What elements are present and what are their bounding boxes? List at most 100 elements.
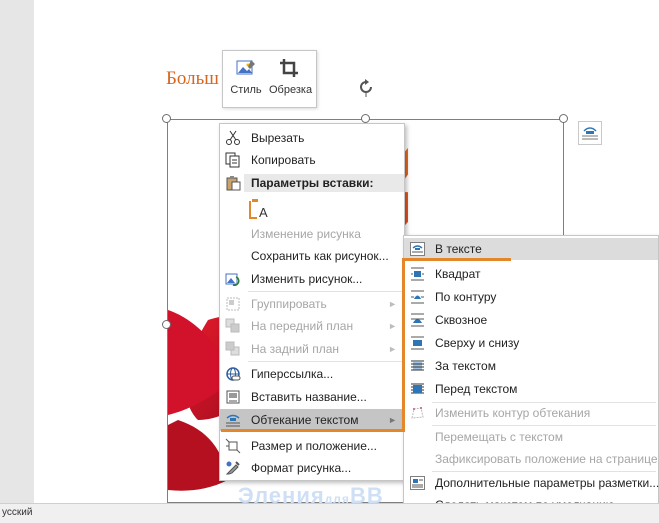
crop-label: Обрезка xyxy=(269,84,313,96)
hyperlink-label: Гиперссылка... xyxy=(251,367,334,381)
square-label: Квадрат xyxy=(435,267,481,281)
wrap-option-behind-text[interactable]: За текстом xyxy=(404,355,658,377)
through-label: Сквозное xyxy=(435,313,488,327)
wrap-option-fix-position: Зафиксировать положение на странице xyxy=(404,448,658,470)
group-label: Группировать xyxy=(251,297,327,311)
picture-style-icon xyxy=(236,60,255,75)
menu-item-insert-caption[interactable]: Вставить название... xyxy=(220,386,404,408)
bring-forward-icon xyxy=(225,318,240,333)
submenu-arrow-icon: ► xyxy=(388,415,397,425)
wrap-option-in-front[interactable]: Перед текстом xyxy=(404,378,658,400)
paste-icon xyxy=(226,176,241,191)
wrap-tight-icon xyxy=(411,290,424,304)
wrap-in-front-icon xyxy=(411,383,424,394)
menu-item-change-picture-text: Изменение рисунка xyxy=(220,223,404,245)
menu-item-format-picture[interactable]: Формат рисунка... xyxy=(220,457,404,479)
copy-icon xyxy=(225,152,240,168)
submenu-arrow-icon: ► xyxy=(388,344,397,354)
layout-options-icon xyxy=(582,127,598,140)
annotation-line-vertical xyxy=(402,258,405,432)
bring-forward-label: На передний план xyxy=(251,319,354,333)
context-menu: Вырезать Копировать Параметры вставки: A… xyxy=(219,123,405,481)
style-button[interactable]: Стиль xyxy=(226,56,266,104)
edit-wrap-points-icon xyxy=(411,407,424,419)
menu-item-copy[interactable]: Копировать xyxy=(220,149,404,171)
wrap-text-submenu: В тексте Квадрат По контуру Сквозное Све… xyxy=(403,235,659,518)
insert-caption-label: Вставить название... xyxy=(251,390,367,404)
submenu-arrow-icon: ► xyxy=(388,321,397,331)
save-as-picture-label: Сохранить как рисунок... xyxy=(251,249,389,263)
annotation-line-bottom xyxy=(221,429,405,432)
paste-options-header: Параметры вставки: xyxy=(244,174,404,192)
change-picture-icon xyxy=(225,273,240,287)
move-with-text-label: Перемещать с текстом xyxy=(435,430,563,444)
tight-label: По контуру xyxy=(435,290,497,304)
status-bar: усский xyxy=(0,503,659,523)
menu-item-change-picture[interactable]: Изменить рисунок... xyxy=(220,268,404,290)
wrap-option-more-layout[interactable]: Дополнительные параметры разметки... xyxy=(404,472,659,494)
menu-item-hyperlink[interactable]: Гиперссылка... xyxy=(220,363,404,385)
wrap-through-icon xyxy=(411,313,424,327)
resize-handle-top[interactable] xyxy=(361,114,370,123)
wrap-option-tight[interactable]: По контуру xyxy=(404,286,658,308)
format-picture-icon xyxy=(225,461,240,475)
behind-text-label: За текстом xyxy=(435,359,496,373)
submenu-arrow-icon: ► xyxy=(388,299,397,309)
insert-caption-icon xyxy=(226,390,240,404)
wrap-option-through[interactable]: Сквозное xyxy=(404,309,658,331)
menu-item-size-position[interactable]: Размер и положение... xyxy=(220,435,404,457)
send-backward-icon xyxy=(225,341,240,356)
menu-item-wrap-text[interactable]: Обтекание текстом ► xyxy=(220,409,404,431)
wrap-option-move-with-text: Перемещать с текстом xyxy=(404,426,658,448)
wrap-option-top-bottom[interactable]: Сверху и снизу xyxy=(404,332,658,354)
wrap-behind-text-icon xyxy=(411,360,424,371)
wrap-option-square[interactable]: Квадрат xyxy=(404,263,658,285)
menu-item-send-backward: На задний план ► xyxy=(220,338,404,360)
menu-separator xyxy=(248,291,402,292)
size-position-label: Размер и положение... xyxy=(251,439,377,453)
status-language[interactable]: усский xyxy=(2,507,32,518)
wrap-option-in-line[interactable]: В тексте xyxy=(404,238,658,260)
style-label: Стиль xyxy=(230,84,262,96)
resize-handle-top-left[interactable] xyxy=(162,114,171,123)
wrap-text-icon xyxy=(226,414,240,427)
layout-options-button[interactable] xyxy=(578,121,602,145)
fix-position-label: Зафиксировать положение на странице xyxy=(435,452,658,466)
in-line-label: В тексте xyxy=(435,242,482,256)
resize-handle-top-right[interactable] xyxy=(559,114,568,123)
scissors-icon xyxy=(226,130,240,145)
menu-item-group: Группировать ► xyxy=(220,293,404,315)
rotate-handle-icon[interactable] xyxy=(356,77,376,97)
menu-separator xyxy=(248,361,402,362)
format-picture-label: Формат рисунка... xyxy=(251,461,352,475)
cut-label: Вырезать xyxy=(251,131,305,145)
send-backward-label: На задний план xyxy=(251,342,340,356)
crop-icon xyxy=(280,59,298,77)
in-front-label: Перед текстом xyxy=(435,382,518,396)
crop-button[interactable]: Обрезка xyxy=(269,56,313,104)
size-position-icon xyxy=(225,438,241,454)
copy-label: Копировать xyxy=(251,153,316,167)
top-bottom-label: Сверху и снизу xyxy=(435,336,520,350)
menu-item-bring-forward: На передний план ► xyxy=(220,315,404,337)
wrap-square-icon xyxy=(411,267,424,281)
group-icon xyxy=(226,297,240,311)
document-heading: Больш xyxy=(166,68,219,89)
mini-toolbar: Стиль Обрезка xyxy=(222,50,317,108)
wrap-top-bottom-icon xyxy=(411,336,424,350)
wrap-text-label: Обтекание текстом xyxy=(251,413,359,427)
annotation-line-top xyxy=(405,258,511,261)
wrap-option-edit-wrap-points: Изменить контур обтекания xyxy=(404,402,658,424)
more-layout-options-icon xyxy=(410,476,425,490)
edit-wrap-points-label: Изменить контур обтекания xyxy=(435,406,591,420)
menu-item-cut[interactable]: Вырезать xyxy=(220,127,404,149)
left-gutter xyxy=(0,0,34,523)
change-picture-text-label: Изменение рисунка xyxy=(251,227,361,241)
menu-item-save-as-picture[interactable]: Сохранить как рисунок... xyxy=(220,245,404,267)
paste-keep-formatting-icon[interactable]: A xyxy=(249,197,271,219)
more-layout-label: Дополнительные параметры разметки... xyxy=(435,476,659,490)
hyperlink-icon xyxy=(226,367,241,381)
wrap-in-line-icon xyxy=(410,242,425,256)
change-picture-label: Изменить рисунок... xyxy=(251,272,363,286)
resize-handle-left[interactable] xyxy=(162,320,171,329)
